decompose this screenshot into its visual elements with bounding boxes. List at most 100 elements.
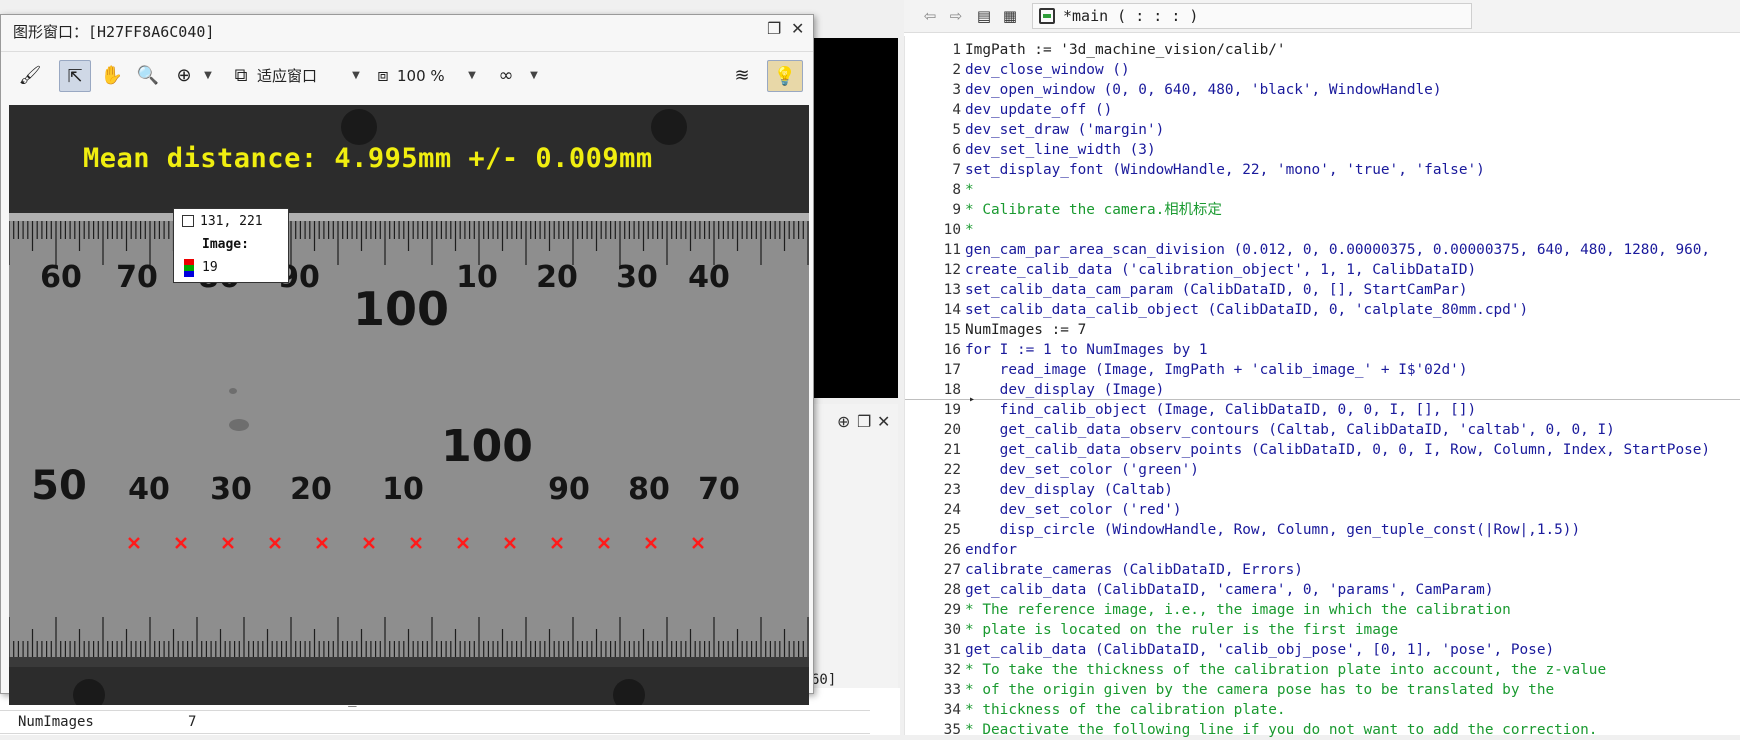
- code-line[interactable]: 12 create_calib_data ('calibration_object…: [905, 260, 1740, 280]
- chevron-down-icon[interactable]: ▼: [349, 60, 363, 92]
- procedure-selector[interactable]: *main ( : : : ): [1032, 3, 1472, 29]
- restore-icon[interactable]: ❐: [857, 412, 871, 431]
- code-line[interactable]: 22 dev_set_color ('green'): [905, 460, 1740, 480]
- chevron-down-icon[interactable]: ▼: [201, 60, 215, 92]
- code-line[interactable]: 35 * Deactivate the following line if you…: [905, 720, 1740, 740]
- variable-value: 7: [188, 714, 197, 730]
- code-line[interactable]: 1 ImgPath := '3d_machine_vision/calib/': [905, 40, 1740, 60]
- code-line[interactable]: 10 *: [905, 220, 1740, 240]
- code-line[interactable]: 7 set_display_font (WindowHandle, 22, 'mo…: [905, 160, 1740, 180]
- code-line[interactable]: 24 dev_set_color ('red'): [905, 500, 1740, 520]
- code-line[interactable]: 17 read_image (Image, ImgPath + 'calib_i…: [905, 360, 1740, 380]
- clipboard-icon[interactable]: ▤: [974, 6, 994, 26]
- secondary-graphics-panel: [806, 38, 898, 398]
- line-number: 24: [943, 502, 961, 518]
- line-number: 1: [952, 42, 961, 58]
- code-text: set_display_font (WindowHandle, 22, 'mon…: [965, 162, 1485, 178]
- forward-arrow-icon[interactable]: ⇨: [946, 6, 966, 26]
- graphics-window: 图形窗口：[H27FF8A6C040] ❐ ✕ 🖌 ⇱ ✋ 🔍 ⊕ ▼ ⧉ 适应…: [0, 14, 814, 705]
- line-number: 3: [952, 82, 961, 98]
- restore-icon[interactable]: ❐: [767, 19, 781, 38]
- ruler-bottom-label: 20: [290, 472, 332, 507]
- code-line[interactable]: 8 *: [905, 180, 1740, 200]
- table-row[interactable]: NumImages 7: [0, 711, 870, 734]
- zoom-box-icon[interactable]: ⧈: [371, 60, 395, 92]
- code-text: * To take the thickness of the calibrati…: [965, 662, 1607, 678]
- code-text: disp_circle (WindowHandle, Row, Column, …: [965, 522, 1581, 538]
- line-number: 12: [943, 262, 961, 278]
- chevron-down-icon[interactable]: ▼: [527, 60, 541, 92]
- surface-mark: [229, 388, 237, 394]
- pointer-icon[interactable]: ⇱: [59, 60, 91, 92]
- code-line[interactable]: 28 get_calib_data (CalibDataID, 'camera',…: [905, 580, 1740, 600]
- back-arrow-icon[interactable]: ⇦: [920, 6, 940, 26]
- code-line[interactable]: 19 find_calib_object (Image, CalibDataID…: [905, 400, 1740, 420]
- zoom-level[interactable]: 100 %: [397, 60, 447, 92]
- code-text: get_calib_data_observ_contours (Caltab, …: [965, 422, 1615, 438]
- line-number: 6: [952, 142, 961, 158]
- code-line[interactable]: 20 get_calib_data_observ_contours (Calta…: [905, 420, 1740, 440]
- brush-icon[interactable]: 🖌: [15, 60, 45, 92]
- code-line[interactable]: 27 calibrate_cameras (CalibDataID, Errors…: [905, 560, 1740, 580]
- shape-icon[interactable]: ∞: [491, 60, 521, 92]
- code-text: * plate is located on the ruler is the f…: [965, 622, 1399, 638]
- code-text: endfor: [965, 542, 1017, 558]
- code-text: * thickness of the calibration plate.: [965, 702, 1286, 718]
- code-line[interactable]: 2 dev_close_window (): [905, 60, 1740, 80]
- close-icon[interactable]: ✕: [877, 412, 890, 431]
- code-line[interactable]: 11 gen_cam_par_area_scan_division (0.012,…: [905, 240, 1740, 260]
- code-text: get_calib_data (CalibDataID, 'camera', 0…: [965, 582, 1494, 598]
- magnifier-icon[interactable]: 🔍: [133, 60, 163, 92]
- line-number: 9: [952, 202, 961, 218]
- code-text: * of the origin given by the camera pose…: [965, 682, 1555, 698]
- code-line[interactable]: 32 * To take the thickness of the calibra…: [905, 660, 1740, 680]
- code-line[interactable]: 4 dev_update_off (): [905, 100, 1740, 120]
- code-line[interactable]: 23 dev_display (Caltab): [905, 480, 1740, 500]
- channel-icon: [184, 259, 194, 277]
- line-number: 29: [943, 602, 961, 618]
- code-line[interactable]: 25 disp_circle (WindowHandle, Row, Colum…: [905, 520, 1740, 540]
- line-number: 31: [943, 642, 961, 658]
- code-line[interactable]: 34 * thickness of the calibration plate.: [905, 700, 1740, 720]
- code-line[interactable]: 9 * Calibrate the camera.相机标定: [905, 200, 1740, 220]
- line-number: 22: [943, 462, 961, 478]
- code-line[interactable]: 14 set_calib_data_calib_object (CalibData…: [905, 300, 1740, 320]
- mount-hole: [341, 109, 377, 145]
- code-area[interactable]: 1 ImgPath := '3d_machine_vision/calib/' 2 d…: [904, 36, 1740, 738]
- chevron-down-icon[interactable]: ▼: [465, 60, 479, 92]
- code-line[interactable]: 30 * plate is located on the ruler is the…: [905, 620, 1740, 640]
- hand-icon[interactable]: ✋: [97, 60, 127, 92]
- code-line[interactable]: 31 get_calib_data (CalibDataID, 'calib_ob…: [905, 640, 1740, 660]
- code-line[interactable]: 33 * of the origin given by the camera po…: [905, 680, 1740, 700]
- code-line[interactable]: 16 for I := 1 to NumImages by 1: [905, 340, 1740, 360]
- ruler-bottom-label: 50: [31, 463, 87, 509]
- code-text: dev_open_window (0, 0, 640, 480, 'black'…: [965, 82, 1442, 98]
- program-editor: ⇦ ⇨ ▤ ▦ *main ( : : : ) 1 ImgPath := '3d_…: [904, 0, 1740, 738]
- code-line[interactable]: 3 dev_open_window (0, 0, 640, 480, 'black…: [905, 80, 1740, 100]
- line-number: 5: [952, 122, 961, 138]
- ruler-bottom-edge: [9, 657, 809, 667]
- grid-icon[interactable]: ▦: [1000, 6, 1020, 26]
- code-line[interactable]: 21 get_calib_data_observ_points (CalibDa…: [905, 440, 1740, 460]
- image-canvas[interactable]: 60708090100102030405040302010100908070 M…: [9, 105, 809, 705]
- code-text: NumImages := 7: [965, 322, 1087, 338]
- code-line[interactable]: 5 dev_set_draw ('margin'): [905, 120, 1740, 140]
- line-number: 23: [943, 482, 961, 498]
- line-number: 4: [952, 102, 961, 118]
- code-line[interactable]: 15 NumImages := 7: [905, 320, 1740, 340]
- fit-window-button[interactable]: 适应窗口: [257, 60, 337, 92]
- zoom-in-icon[interactable]: ⊕: [169, 60, 199, 92]
- code-line[interactable]: 6 dev_set_line_width (3): [905, 140, 1740, 160]
- code-text: calibrate_cameras (CalibDataID, Errors): [965, 562, 1303, 578]
- pin-icon[interactable]: ⊕: [837, 412, 850, 431]
- lightbulb-icon[interactable]: 💡: [767, 60, 803, 92]
- code-line[interactable]: 29 * The reference image, i.e., the image…: [905, 600, 1740, 620]
- code-line[interactable]: 18 dev_display (Image) ▸: [905, 380, 1740, 405]
- code-line[interactable]: 13 set_calib_data_cam_param (CalibDataID,…: [905, 280, 1740, 300]
- tooltip-value: 19: [202, 260, 218, 275]
- close-icon[interactable]: ✕: [791, 19, 804, 38]
- code-line[interactable]: 26 endfor: [905, 540, 1740, 560]
- ruler-top-label: 10: [456, 260, 498, 295]
- layers-icon[interactable]: ≋: [727, 60, 757, 92]
- fit-window-icon[interactable]: ⧉: [229, 60, 253, 92]
